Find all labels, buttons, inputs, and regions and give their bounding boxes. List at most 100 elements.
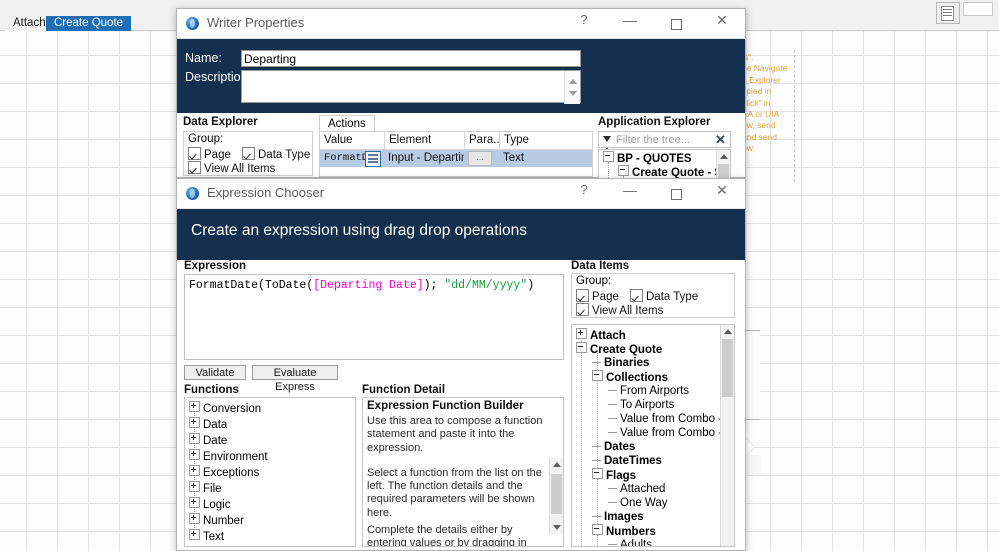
- scroll-down-icon[interactable]: [553, 525, 561, 530]
- scroll-up-icon[interactable]: [720, 154, 728, 159]
- tree-node-value-from-combo-c[interactable]: Value from Combo - C: [576, 426, 734, 440]
- checkbox-view-all-items[interactable]: View All Items: [576, 303, 663, 317]
- calculator-icon[interactable]: [365, 151, 381, 167]
- collapse-toggle-icon[interactable]: [603, 151, 614, 162]
- writer-properties-window[interactable]: Writer Properties ? — ✕ Name: Descriptio…: [176, 8, 746, 178]
- tree-node-adults[interactable]: Adults: [576, 538, 734, 547]
- inline-field[interactable]: [936, 2, 960, 24]
- checkbox-page[interactable]: Page: [576, 289, 619, 303]
- expand-toggle-icon[interactable]: [189, 481, 200, 492]
- data-explorer-group-box: Group: Page Data Type View All Items: [183, 131, 313, 176]
- data-items-tree[interactable]: Attach Create QuoteBinariesCollectionsFro…: [571, 324, 735, 547]
- tree-node-attached[interactable]: Attached: [576, 482, 734, 496]
- help-button[interactable]: ?: [561, 179, 607, 208]
- function-category-number[interactable]: Number: [189, 513, 355, 529]
- function-category-text[interactable]: Text: [189, 529, 355, 545]
- expand-toggle-icon[interactable]: [189, 433, 200, 444]
- tree-node-label: Create Quote: [590, 344, 662, 356]
- minimize-button[interactable]: —: [607, 9, 653, 38]
- expand-toggle-icon[interactable]: [576, 328, 587, 339]
- function-category-date[interactable]: Date: [189, 433, 355, 449]
- tree-node-create-quote[interactable]: Create Quote: [576, 342, 734, 356]
- calculator-icon[interactable]: [941, 6, 954, 21]
- maximize-button[interactable]: [653, 179, 699, 208]
- minimize-button[interactable]: —: [607, 179, 653, 208]
- expression-chooser-window[interactable]: Expression Chooser ? — ✕ Create an expre…: [176, 178, 746, 551]
- tree-node-images[interactable]: Images: [576, 510, 734, 524]
- data-items-scrollbar[interactable]: [720, 325, 734, 546]
- filter-tree-input[interactable]: Filter the tree... ✕: [598, 131, 731, 148]
- collapse-toggle-icon[interactable]: [592, 468, 603, 479]
- maximize-button[interactable]: [653, 9, 699, 38]
- note-line: ls".: [742, 52, 792, 63]
- writer-title-bar[interactable]: Writer Properties ? — ✕: [177, 9, 745, 39]
- toolbar-field[interactable]: [963, 2, 993, 16]
- collapse-toggle-icon[interactable]: [592, 370, 603, 381]
- checkbox-data-type[interactable]: Data Type: [630, 289, 698, 303]
- collapse-toggle-icon[interactable]: [618, 165, 629, 176]
- description-input[interactable]: [241, 70, 581, 103]
- tree-node-flags[interactable]: Flags: [576, 468, 734, 482]
- function-category-logic[interactable]: Logic: [189, 497, 355, 513]
- table-row[interactable]: FormatDate Input - Departing ... Text: [320, 150, 592, 167]
- expand-toggle-icon[interactable]: [189, 529, 200, 540]
- tree-node-create-quote[interactable]: Create Quote - S: [599, 165, 730, 179]
- tab-create-quote[interactable]: Create Quote: [46, 16, 131, 31]
- tree-node-value-from-combo-a[interactable]: Value from Combo - A: [576, 412, 734, 426]
- tree-node-to-airports[interactable]: To Airports: [576, 398, 734, 412]
- scroll-up-icon[interactable]: [724, 329, 732, 334]
- tree-node-collections[interactable]: Collections: [576, 370, 734, 384]
- checkbox-view-all-items[interactable]: View All Items: [188, 161, 275, 175]
- expression-textarea[interactable]: FormatDate(ToDate([Departing Date]); "dd…: [184, 274, 564, 360]
- tree-node-attach[interactable]: Attach: [576, 328, 734, 342]
- application-explorer-heading: Application Explorer: [598, 116, 710, 128]
- tree-node-bp-quotes[interactable]: BP - QUOTES: [599, 150, 730, 165]
- tree-node-binaries[interactable]: Binaries: [576, 356, 734, 370]
- description-scrollbar[interactable]: [564, 71, 580, 104]
- function-category-environment[interactable]: Environment: [189, 449, 355, 465]
- function-category-data[interactable]: Data: [189, 417, 355, 433]
- cell-value: FormatDate: [324, 150, 365, 167]
- validate-button[interactable]: Validate: [184, 365, 246, 380]
- function-category-file[interactable]: File: [189, 481, 355, 497]
- close-icon: ✕: [699, 12, 745, 29]
- tab-actions[interactable]: Actions: [319, 115, 375, 132]
- close-button[interactable]: ✕: [699, 9, 745, 38]
- scrollbar-thumb[interactable]: [551, 474, 562, 514]
- function-category-conversion[interactable]: Conversion: [189, 401, 355, 417]
- collapse-toggle-icon[interactable]: [576, 342, 587, 353]
- evaluate-expression-button[interactable]: Evaluate Express: [252, 365, 338, 380]
- expand-toggle-icon[interactable]: [189, 449, 200, 460]
- tree-node-dates[interactable]: Dates: [576, 440, 734, 454]
- writer-lower-panels: Data Explorer Group: Page Data Type View…: [177, 113, 745, 177]
- tree-node-from-airports[interactable]: From Airports: [576, 384, 734, 398]
- expr-token: FormatDate(ToDate(: [189, 279, 313, 292]
- design-shape[interactable]: [745, 330, 760, 420]
- scroll-up-icon[interactable]: [553, 462, 561, 467]
- checkbox-data-type[interactable]: Data Type: [242, 147, 310, 161]
- checkbox-page[interactable]: Page: [188, 147, 231, 161]
- function-detail-scrollbar[interactable]: [549, 458, 563, 534]
- expand-toggle-icon[interactable]: [189, 497, 200, 508]
- design-shape-strip: [745, 455, 761, 475]
- note-line: ow, send: [742, 120, 792, 131]
- expand-toggle-icon[interactable]: [189, 401, 200, 412]
- expression-title-bar[interactable]: Expression Chooser ? — ✕: [177, 179, 745, 209]
- tree-node-one-way[interactable]: One Way: [576, 496, 734, 510]
- tree-node-numbers[interactable]: Numbers: [576, 524, 734, 538]
- expand-toggle-icon[interactable]: [189, 465, 200, 476]
- function-category-exceptions[interactable]: Exceptions: [189, 465, 355, 481]
- expand-toggle-icon[interactable]: [189, 513, 200, 524]
- tree-node-datetimes[interactable]: DateTimes: [576, 454, 734, 468]
- close-button[interactable]: ✕: [699, 179, 745, 208]
- scrollbar-thumb[interactable]: [722, 339, 733, 397]
- tree-line-icon: [608, 390, 617, 391]
- functions-tree[interactable]: ConversionDataDateEnvironmentExceptionsF…: [184, 397, 356, 547]
- parameters-button[interactable]: ...: [468, 151, 492, 166]
- name-input[interactable]: [241, 50, 581, 67]
- collapse-toggle-icon[interactable]: [592, 524, 603, 535]
- clear-filter-icon[interactable]: ✕: [714, 133, 727, 146]
- help-button[interactable]: ?: [561, 9, 607, 38]
- actions-table[interactable]: Value Element Para... Type FormatDate In…: [319, 131, 593, 177]
- expand-toggle-icon[interactable]: [189, 417, 200, 428]
